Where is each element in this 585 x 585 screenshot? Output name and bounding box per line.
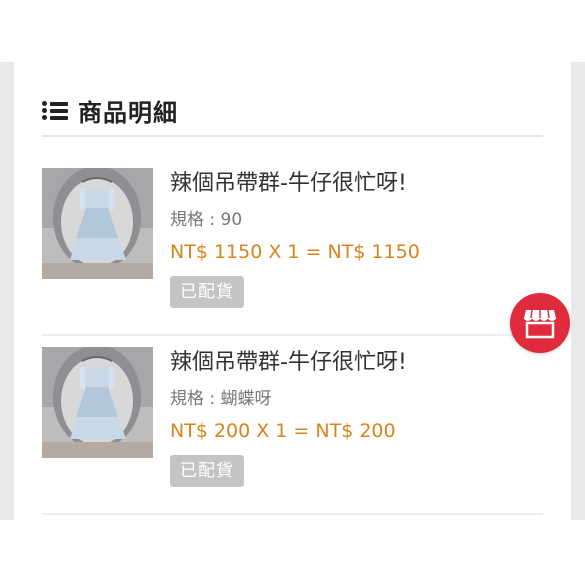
product-spec: 規格 : 蝴蝶呀 xyxy=(170,389,272,409)
product-price: NT$ 1150 X 1 = NT$ 1150 xyxy=(170,241,420,263)
product-name[interactable]: 辣個吊帶群-牛仔很忙呀! xyxy=(170,347,540,379)
product-item: 辣個吊帶群-牛仔很忙呀! 規格 : 蝴蝶呀 NT$ 200 X 1 = NT$ … xyxy=(42,347,543,515)
list-icon xyxy=(42,99,68,121)
store-button[interactable] xyxy=(510,293,570,353)
product-item: 辣個吊帶群-牛仔很忙呀! 規格 : 90 NT$ 1150 X 1 = NT$ … xyxy=(42,168,543,336)
status-badge: 已配貨 xyxy=(170,455,244,487)
store-icon xyxy=(523,309,557,339)
product-thumbnail[interactable] xyxy=(42,347,153,458)
product-price: NT$ 200 X 1 = NT$ 200 xyxy=(170,420,396,442)
product-thumbnail[interactable] xyxy=(42,168,153,279)
left-gutter xyxy=(0,62,14,520)
section-header: 商品明細 xyxy=(42,90,542,130)
right-gutter xyxy=(571,62,585,520)
section-title: 商品明細 xyxy=(78,98,178,127)
product-name[interactable]: 辣個吊帶群-牛仔很忙呀! xyxy=(170,168,540,200)
header-divider xyxy=(42,135,543,137)
item-divider xyxy=(42,513,543,515)
denim-dress-photo xyxy=(42,347,153,458)
product-detail-card: 商品明細 辣個吊帶群-牛仔很忙呀! 規格: 90 NT$ 1150 X 1 =… xyxy=(14,62,571,520)
denim-dress-photo xyxy=(42,168,153,279)
product-spec: 規格 : 90 xyxy=(170,210,243,230)
status-badge: 已配貨 xyxy=(170,276,244,308)
order-detail-page: 商品明細 辣個吊帶群-牛仔很忙呀! 規格: 90 NT$ 1150 X 1 =… xyxy=(0,0,585,585)
item-divider xyxy=(42,334,543,336)
product-info: 辣個吊帶群-牛仔很忙呀! 規格 : 蝴蝶呀 NT$ 200 X 1 = NT$ … xyxy=(170,347,540,487)
product-info: 辣個吊帶群-牛仔很忙呀! 規格 : 90 NT$ 1150 X 1 = NT$ … xyxy=(170,168,540,308)
